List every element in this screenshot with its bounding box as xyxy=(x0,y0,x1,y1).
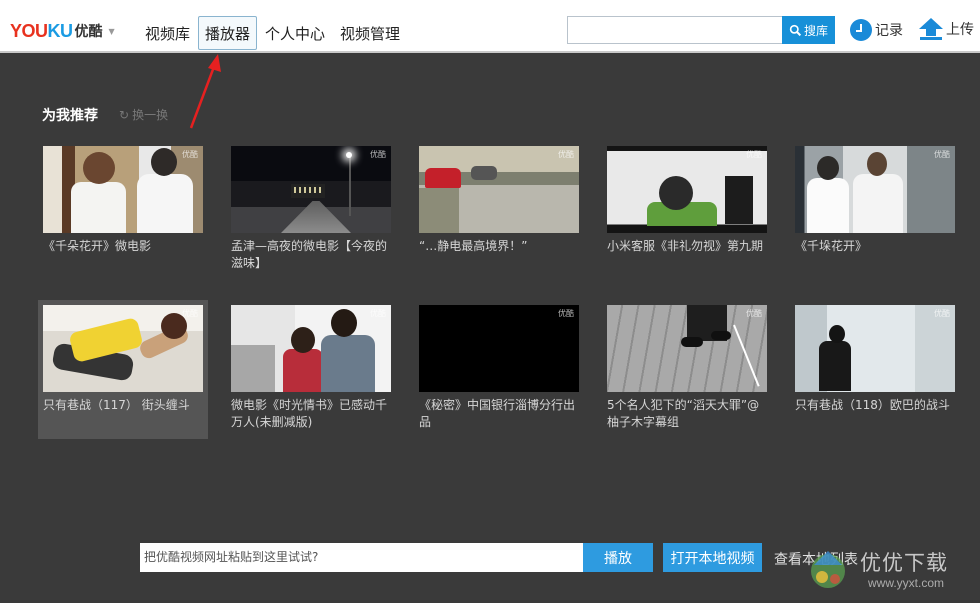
video-title[interactable]: “…静电最高境界！” xyxy=(419,238,581,255)
video-title[interactable]: 《千朵花开》微电影 xyxy=(43,238,205,255)
video-thumbnail[interactable]: 优酷 xyxy=(795,146,955,233)
site-watermark-logo-icon xyxy=(811,551,845,588)
logo-chinese-text: 优酷 xyxy=(74,24,103,40)
thumbnail-watermark: 优酷 xyxy=(182,150,198,159)
refresh-icon: ↻ xyxy=(119,107,130,122)
logo-wordmark: YOUKU xyxy=(10,20,73,41)
video-card[interactable]: 优酷 《千垛花开》 xyxy=(790,141,960,279)
nav-video-management[interactable]: 视频管理 xyxy=(333,16,407,50)
video-card[interactable]: 优酷 孟津—高夜的微电影【今夜的滋味】 xyxy=(226,141,396,279)
site-watermark: 优优下载 www.yyxt.com xyxy=(808,545,968,595)
refresh-label: 换一换 xyxy=(132,108,169,122)
video-card[interactable]: 优酷 5个名人犯下的“滔天大罪”@柚子木字幕组 xyxy=(602,300,772,439)
thumbnail-watermark: 优酷 xyxy=(370,309,386,318)
video-card[interactable]: 优酷 只有巷战（118）欧巴的战斗 xyxy=(790,300,960,439)
search-button[interactable]: 搜库 xyxy=(782,16,835,44)
video-card[interactable]: 优酷 小米客服《非礼勿视》第九期 xyxy=(602,141,772,279)
upload-icon xyxy=(919,18,943,40)
nav-video-library[interactable]: 视频库 xyxy=(138,16,197,50)
red-callout-arrow xyxy=(189,54,221,129)
video-title[interactable]: 孟津—高夜的微电影【今夜的滋味】 xyxy=(231,238,393,272)
video-title[interactable]: 5个名人犯下的“滔天大罪”@柚子木字幕组 xyxy=(607,397,769,431)
top-bar: YOUKU 优酷 ▼ 视频库 播放器 个人中心 视频管理 搜库 记录 上传 xyxy=(0,0,980,53)
video-card[interactable]: 优酷 《秘密》中国银行淄博分行出品 xyxy=(414,300,584,439)
thumbnail-watermark: 优酷 xyxy=(934,150,950,159)
video-url-input[interactable] xyxy=(140,543,583,572)
search-icon xyxy=(789,24,802,36)
upload-button[interactable]: 上传 xyxy=(918,17,974,41)
video-thumbnail[interactable]: 优酷 xyxy=(607,305,767,392)
open-local-video-button[interactable]: 打开本地视频 xyxy=(663,543,762,572)
video-thumbnail[interactable]: 优酷 xyxy=(43,305,203,392)
play-button[interactable]: 播放 xyxy=(583,543,653,572)
video-thumbnail[interactable]: 优酷 xyxy=(43,146,203,233)
video-thumbnail[interactable]: 优酷 xyxy=(419,146,579,233)
thumbnail-watermark: 优酷 xyxy=(182,309,198,318)
main-nav: 视频库 播放器 个人中心 视频管理 xyxy=(138,16,408,50)
video-title[interactable]: 《秘密》中国银行淄博分行出品 xyxy=(419,397,581,431)
search-input[interactable] xyxy=(567,16,782,44)
video-title[interactable]: 微电影《时光情书》已感动千万人(未删减版) xyxy=(231,397,393,431)
video-thumbnail[interactable]: 优酷 xyxy=(419,305,579,392)
site-watermark-url: www.yyxt.com xyxy=(868,576,945,590)
video-card[interactable]: 优酷 微电影《时光情书》已感动千万人(未删减版) xyxy=(226,300,396,439)
video-thumbnail[interactable]: 优酷 xyxy=(231,146,391,233)
thumbnail-watermark: 优酷 xyxy=(370,150,386,159)
youku-logo[interactable]: YOUKU 优酷 ▼ xyxy=(10,20,115,42)
thumbnail-watermark: 优酷 xyxy=(934,309,950,318)
site-watermark-title: 优优下载 xyxy=(860,551,948,575)
history-button[interactable]: 记录 xyxy=(850,19,903,41)
thumbnail-watermark: 优酷 xyxy=(558,309,574,318)
thumbnail-watermark: 优酷 xyxy=(746,309,762,318)
video-title[interactable]: 小米客服《非礼勿视》第九期 xyxy=(607,238,769,255)
video-card[interactable]: 优酷 《千朵花开》微电影 xyxy=(38,141,208,279)
video-title[interactable]: 《千垛花开》 xyxy=(795,238,957,255)
video-title[interactable]: 只有巷战（118）欧巴的战斗 xyxy=(795,397,957,414)
search-button-label: 搜库 xyxy=(803,23,828,38)
nav-player[interactable]: 播放器 xyxy=(198,16,258,50)
thumbnail-watermark: 优酷 xyxy=(558,150,574,159)
logo-dropdown-icon[interactable]: ▼ xyxy=(109,27,115,36)
refresh-button[interactable]: ↻ 换一换 xyxy=(119,106,168,123)
clock-icon xyxy=(850,19,872,41)
video-title[interactable]: 只有巷战（117） 街头缠斗 xyxy=(43,397,205,414)
recommend-title: 为我推荐 xyxy=(42,108,98,124)
video-card[interactable]: 优酷 “…静电最高境界！” xyxy=(414,141,584,279)
video-card-hovered[interactable]: 优酷 只有巷战（117） 街头缠斗 xyxy=(38,300,208,439)
video-thumbnail[interactable]: 优酷 xyxy=(795,305,955,392)
thumbnail-watermark: 优酷 xyxy=(746,150,762,159)
history-label: 记录 xyxy=(875,23,903,39)
upload-label: 上传 xyxy=(946,22,974,38)
nav-personal-center[interactable]: 个人中心 xyxy=(258,16,332,50)
video-thumbnail[interactable]: 优酷 xyxy=(231,305,391,392)
video-thumbnail[interactable]: 优酷 xyxy=(607,146,767,233)
